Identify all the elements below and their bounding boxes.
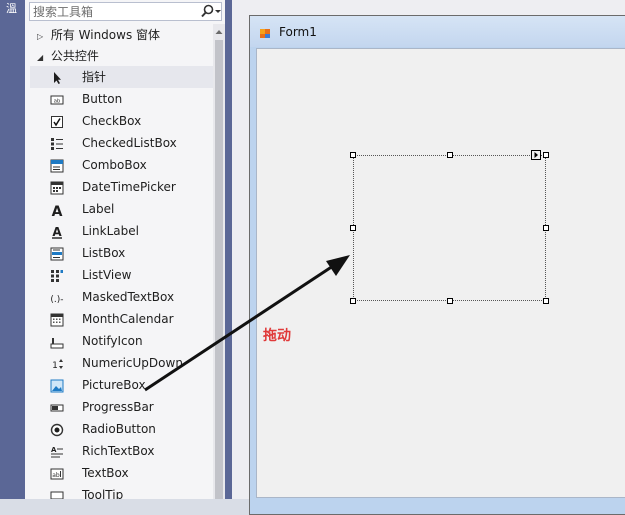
drag-arrow-annotation — [144, 255, 350, 392]
drag-annotation-label: 拖动 — [263, 328, 291, 344]
